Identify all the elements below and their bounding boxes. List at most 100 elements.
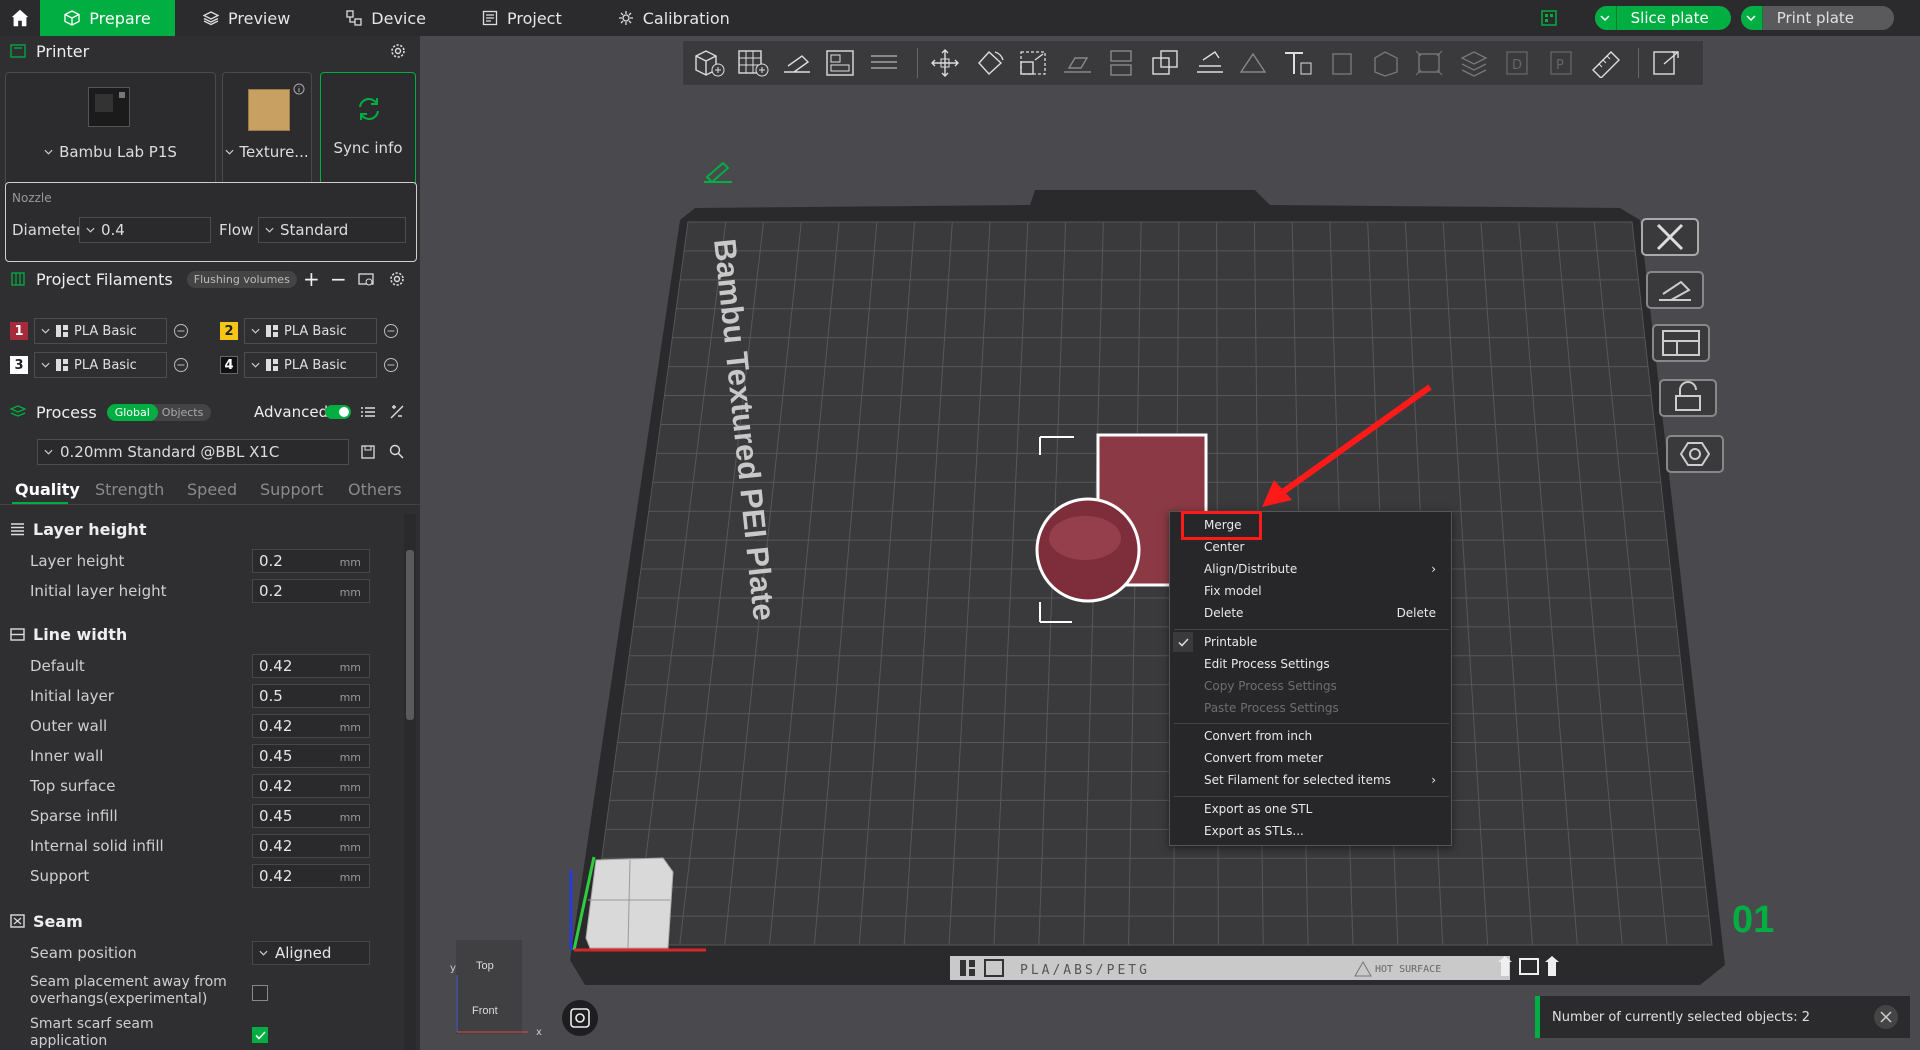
home-button[interactable] (0, 0, 40, 36)
move-icon[interactable] (926, 43, 966, 83)
multi-plate-icon[interactable] (1537, 6, 1561, 30)
process-preset-select[interactable]: 0.20mm Standard @BBL X1C (37, 439, 349, 465)
tab-preview[interactable]: Preview (175, 0, 318, 36)
sync-filament-icon[interactable] (357, 271, 375, 287)
remove-circle-icon[interactable] (383, 357, 399, 373)
tab-support[interactable]: Support (260, 480, 323, 499)
menu-item-printable[interactable]: Printable (1204, 632, 1444, 652)
param-input[interactable]: 0.42 mm (252, 834, 370, 858)
menu-item-center[interactable]: Center (1204, 537, 1444, 557)
remove-circle-icon[interactable] (173, 323, 189, 339)
param-input[interactable]: 0.42 mm (252, 864, 370, 888)
param-input[interactable]: 0.2 mm (252, 579, 370, 603)
menu-item-set-filament[interactable]: Set Filament for selected items › (1204, 770, 1444, 790)
seam-away-checkbox[interactable] (252, 985, 268, 1001)
reset-view-button[interactable] (562, 1000, 598, 1036)
filament-select[interactable]: PLA Basic (34, 318, 167, 344)
objects-tab[interactable]: Objects (158, 404, 212, 421)
param-input[interactable]: 0.42 mm (252, 774, 370, 798)
menu-item-align-distribute[interactable]: Align/Distribute › (1204, 559, 1444, 579)
smart-scarf-checkbox[interactable] (252, 1027, 268, 1043)
add-plate-icon[interactable] (733, 43, 773, 83)
filament-slot-4[interactable]: 4 PLA Basic (220, 352, 399, 378)
menu-item-export-stls[interactable]: Export as STLs... (1204, 821, 1444, 841)
param-input[interactable]: 0.45 mm (252, 804, 370, 828)
flushing-volumes-button[interactable]: Flushing volumes (186, 270, 297, 288)
split-objects-icon[interactable] (865, 43, 905, 83)
view-d-icon[interactable]: D (1498, 43, 1538, 83)
param-input[interactable]: 0.45 mm (252, 744, 370, 768)
gear-icon[interactable] (389, 271, 405, 287)
global-tab[interactable]: Global (106, 403, 158, 421)
gear-icon[interactable] (390, 43, 406, 59)
filament-select[interactable]: PLA Basic (244, 352, 377, 378)
filament-select[interactable]: PLA Basic (34, 352, 167, 378)
remove-filament-icon[interactable]: − (330, 267, 347, 291)
menu-item-delete[interactable]: Delete Delete (1204, 603, 1444, 623)
boolean-icon[interactable] (1146, 43, 1186, 83)
menu-item-convert-from-meter[interactable]: Convert from meter (1204, 748, 1444, 768)
tab-speed[interactable]: Speed (187, 480, 237, 499)
remove-circle-icon[interactable] (173, 357, 189, 373)
slice-view-icon[interactable] (1454, 43, 1494, 83)
add-filament-icon[interactable]: + (303, 267, 320, 291)
delete-plate-button[interactable] (1640, 215, 1700, 259)
seam-paint-icon[interactable] (1234, 43, 1274, 83)
tab-device[interactable]: Device (318, 0, 454, 36)
tab-strength[interactable]: Strength (95, 480, 164, 499)
param-input[interactable]: 0.42 mm (252, 714, 370, 738)
arrange-icon[interactable] (821, 43, 861, 83)
tab-calibration[interactable]: Calibration (590, 0, 758, 36)
filament-slot-3[interactable]: 3 PLA Basic (10, 352, 189, 378)
info-icon[interactable] (293, 83, 305, 95)
menu-item-edit-process-settings[interactable]: Edit Process Settings (1204, 654, 1444, 674)
arrange-plate-button[interactable] (1651, 321, 1711, 365)
list-icon[interactable] (361, 406, 375, 418)
lock-plate-button[interactable] (1658, 376, 1718, 420)
param-input[interactable]: 0.2 mm (252, 549, 370, 573)
auto-orient-icon[interactable] (777, 43, 817, 83)
measure-volume-icon[interactable] (1322, 43, 1362, 83)
param-input[interactable]: 0.5 mm (252, 684, 370, 708)
fit-bounds-icon[interactable] (1410, 43, 1450, 83)
filament-slot-2[interactable]: 2 PLA Basic (220, 318, 399, 344)
close-notification-button[interactable] (1874, 1005, 1898, 1029)
cut-icon[interactable] (1102, 43, 1142, 83)
view-p-icon[interactable]: P (1542, 43, 1582, 83)
tab-project[interactable]: Project (454, 0, 590, 36)
support-paint-icon[interactable] (1190, 43, 1230, 83)
lay-on-face-icon[interactable] (1058, 43, 1098, 83)
remove-circle-icon[interactable] (383, 323, 399, 339)
filament-slot-1[interactable]: 1 PLA Basic (10, 318, 189, 344)
compare-icon[interactable] (390, 405, 404, 419)
rotate-icon[interactable] (970, 43, 1010, 83)
seam-position-select[interactable]: Aligned (252, 941, 370, 965)
flow-select[interactable]: Standard (258, 217, 406, 243)
print-plate-button[interactable]: Print plate (1740, 6, 1894, 30)
auto-orient-plate-button[interactable] (1645, 268, 1705, 312)
global-objects-toggle[interactable]: Global Objects (106, 403, 212, 421)
advanced-toggle[interactable] (325, 405, 351, 419)
search-icon[interactable] (389, 444, 404, 459)
menu-item-export-one-stl[interactable]: Export as one STL (1204, 799, 1444, 819)
scale-icon[interactable] (1014, 43, 1054, 83)
plate-settings-button[interactable] (1665, 432, 1725, 476)
tab-others[interactable]: Others (348, 480, 402, 499)
panel-scrollbar[interactable] (404, 514, 416, 1050)
tab-prepare[interactable]: Prepare (40, 0, 175, 36)
slice-plate-button[interactable]: Slice plate (1594, 6, 1731, 30)
assembly-icon[interactable] (1366, 43, 1406, 83)
export-icon[interactable] (1647, 43, 1687, 83)
tab-quality[interactable]: Quality (15, 480, 80, 499)
text-icon[interactable] (1278, 43, 1318, 83)
param-input[interactable]: 0.42 mm (252, 654, 370, 678)
menu-item-fix-model[interactable]: Fix model (1204, 581, 1444, 601)
menu-item-merge[interactable]: Merge (1204, 515, 1444, 535)
save-icon[interactable] (361, 445, 375, 459)
menu-item-convert-from-inch[interactable]: Convert from inch (1204, 726, 1444, 746)
chevron-down-icon[interactable] (1594, 6, 1617, 30)
add-object-icon[interactable] (689, 43, 729, 83)
measure-icon[interactable] (1586, 43, 1626, 83)
filament-select[interactable]: PLA Basic (244, 318, 377, 344)
chevron-down-icon[interactable] (1740, 6, 1763, 30)
